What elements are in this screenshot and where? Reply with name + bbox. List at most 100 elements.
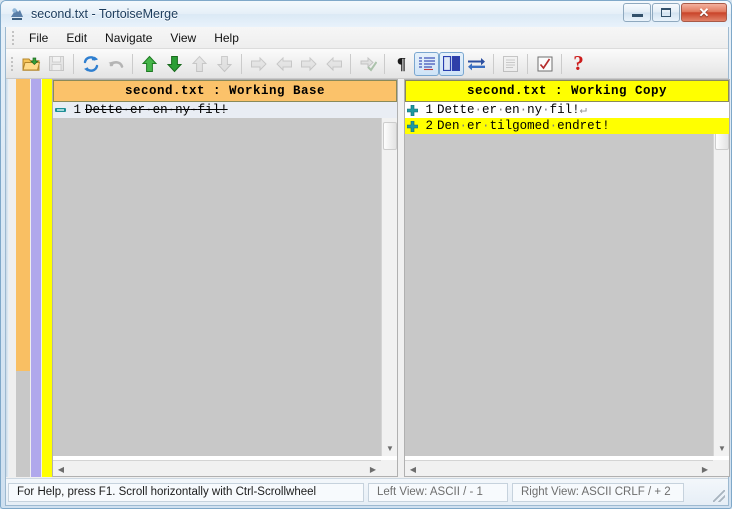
- scroll-down-icon[interactable]: ▼: [382, 440, 398, 456]
- added-marker: [405, 102, 419, 118]
- resize-grip[interactable]: [713, 490, 725, 502]
- toolbar-separator: [241, 53, 242, 74]
- locator-bar[interactable]: [6, 79, 52, 477]
- right-pane-header: second.txt : Working Copy: [405, 80, 729, 102]
- close-button[interactable]: ✕: [681, 3, 727, 22]
- show-whitespace-icon[interactable]: ¶: [389, 52, 414, 76]
- whitespace-dot: ·: [474, 103, 483, 117]
- scroll-down-icon[interactable]: ▼: [714, 440, 730, 456]
- right-line-text: Dette·er·en·ny·fil!↵: [435, 102, 729, 118]
- right-pane: second.txt : Working Copy 1 Dette·er·en·…: [404, 79, 730, 477]
- whitespace-dot: ·: [497, 103, 505, 117]
- open-icon[interactable]: [19, 52, 44, 76]
- code-text: er: [467, 119, 483, 133]
- tortoisemerge-window: second.txt - TortoiseMerge ✕ File Edit N…: [0, 0, 732, 509]
- code-text: en: [152, 103, 168, 117]
- left-marker-strip: [53, 102, 83, 456]
- maximize-button[interactable]: [652, 3, 680, 22]
- right-pane-body[interactable]: 1 Dette·er·en·ny·fil!↵ 2 Den·er·tilgomed…: [405, 102, 729, 456]
- left-line-1[interactable]: 1 Dette·er·en·ny·fil!: [53, 102, 397, 118]
- code-text: ny: [527, 103, 543, 117]
- window-title: second.txt - TortoiseMerge: [31, 7, 179, 21]
- menu-help[interactable]: Help: [205, 28, 248, 48]
- left-horizontal-scrollbar[interactable]: ◀ ▶: [53, 460, 397, 476]
- right-line-1[interactable]: 1 Dette·er·en·ny·fil!↵: [405, 102, 729, 118]
- code-text: er: [482, 103, 498, 117]
- switch-views-icon[interactable]: [464, 52, 489, 76]
- code-text: Dette: [437, 103, 475, 117]
- toolbar-separator: [561, 53, 562, 74]
- whitespace-dot: ·: [549, 119, 558, 133]
- menu-gripper[interactable]: [10, 30, 16, 46]
- toolbar: ¶ ?: [6, 49, 728, 79]
- use-left-block-icon: [246, 52, 271, 76]
- code-text: fil!: [197, 103, 228, 117]
- scroll-right-icon[interactable]: ▶: [697, 461, 713, 477]
- whitespace-dot: ·: [190, 103, 198, 117]
- minimize-button[interactable]: [623, 3, 651, 22]
- code-text: Dette: [85, 103, 123, 117]
- toolbar-separator: [73, 53, 74, 74]
- scroll-left-icon[interactable]: ◀: [53, 461, 69, 477]
- scroll-left-icon[interactable]: ◀: [405, 461, 421, 477]
- use-right-then-left-icon: [321, 52, 346, 76]
- prev-difference-icon[interactable]: [137, 52, 162, 76]
- mark-as-resolved-icon: [355, 52, 380, 76]
- toolbar-separator: [350, 53, 351, 74]
- status-hint: For Help, press F1. Scroll horizontally …: [8, 482, 364, 502]
- right-line-number: 1: [425, 103, 433, 117]
- undo-icon: [103, 52, 128, 76]
- right-vertical-scrollbar[interactable]: ▲ ▼: [713, 102, 729, 456]
- right-horizontal-scrollbar[interactable]: ◀ ▶: [405, 460, 729, 476]
- right-gutter: [405, 102, 729, 456]
- added-marker: [405, 118, 419, 134]
- prev-conflict-icon: [187, 52, 212, 76]
- save-icon: [44, 52, 69, 76]
- menu-view[interactable]: View: [161, 28, 205, 48]
- toolbar-separator: [493, 53, 494, 74]
- locator-right-added: [42, 79, 52, 477]
- client-area: File Edit Navigate View Help ¶ ? second.…: [5, 27, 730, 506]
- code-text: er: [130, 103, 146, 117]
- code-text: ny: [175, 103, 191, 117]
- use-right-block-icon: [271, 52, 296, 76]
- next-difference-icon[interactable]: [162, 52, 187, 76]
- right-line-text: Den·er·tilgomed·endret!: [435, 118, 729, 134]
- reload-icon[interactable]: [78, 52, 103, 76]
- show-line-numbers-icon[interactable]: [414, 51, 439, 76]
- menu-navigate[interactable]: Navigate: [96, 28, 161, 48]
- left-vertical-scrollbar[interactable]: ▲ ▼: [381, 102, 397, 456]
- title-bar[interactable]: second.txt - TortoiseMerge ✕: [1, 1, 731, 27]
- locator-edge: [6, 79, 9, 477]
- scroll-right-icon[interactable]: ▶: [365, 461, 381, 477]
- status-right-view: Right View: ASCII CRLF / + 2: [512, 482, 684, 502]
- locator-middle: [31, 79, 41, 477]
- whitespace-dot: ·: [482, 119, 490, 133]
- code-text: tilgomed: [489, 119, 550, 133]
- tortoisemerge-icon: [9, 6, 25, 22]
- right-marker-strip: [405, 102, 435, 456]
- toolbar-separator: [132, 53, 133, 74]
- removed-marker: [53, 102, 67, 118]
- left-pane-body[interactable]: 1 Dette·er·en·ny·fil!: [53, 102, 397, 456]
- help-icon[interactable]: ?: [566, 52, 591, 76]
- right-line-2[interactable]: 2 Den·er·tilgomed·endret!: [405, 118, 729, 134]
- left-line-text: Dette·er·en·ny·fil!: [83, 102, 397, 118]
- left-vscroll-thumb[interactable]: [383, 122, 397, 150]
- left-scroll-corner: [381, 460, 397, 476]
- left-gutter: [53, 102, 397, 456]
- apply-patch-icon[interactable]: [532, 52, 557, 76]
- use-left-then-right-icon: [296, 52, 321, 76]
- whitespace-dot: ·: [519, 103, 528, 117]
- status-bar: For Help, press F1. Scroll horizontally …: [6, 478, 728, 505]
- window-controls: ✕: [623, 3, 727, 22]
- one-pane-view-icon: [498, 52, 523, 76]
- menu-bar: File Edit Navigate View Help: [6, 27, 728, 49]
- next-conflict-icon: [212, 52, 237, 76]
- toolbar-gripper[interactable]: [9, 56, 15, 72]
- menu-edit[interactable]: Edit: [57, 28, 96, 48]
- whitespace-dot: ·: [145, 103, 153, 117]
- two-pane-view-icon[interactable]: [439, 51, 464, 76]
- menu-file[interactable]: File: [20, 28, 57, 48]
- locator-left-removed: [16, 79, 30, 371]
